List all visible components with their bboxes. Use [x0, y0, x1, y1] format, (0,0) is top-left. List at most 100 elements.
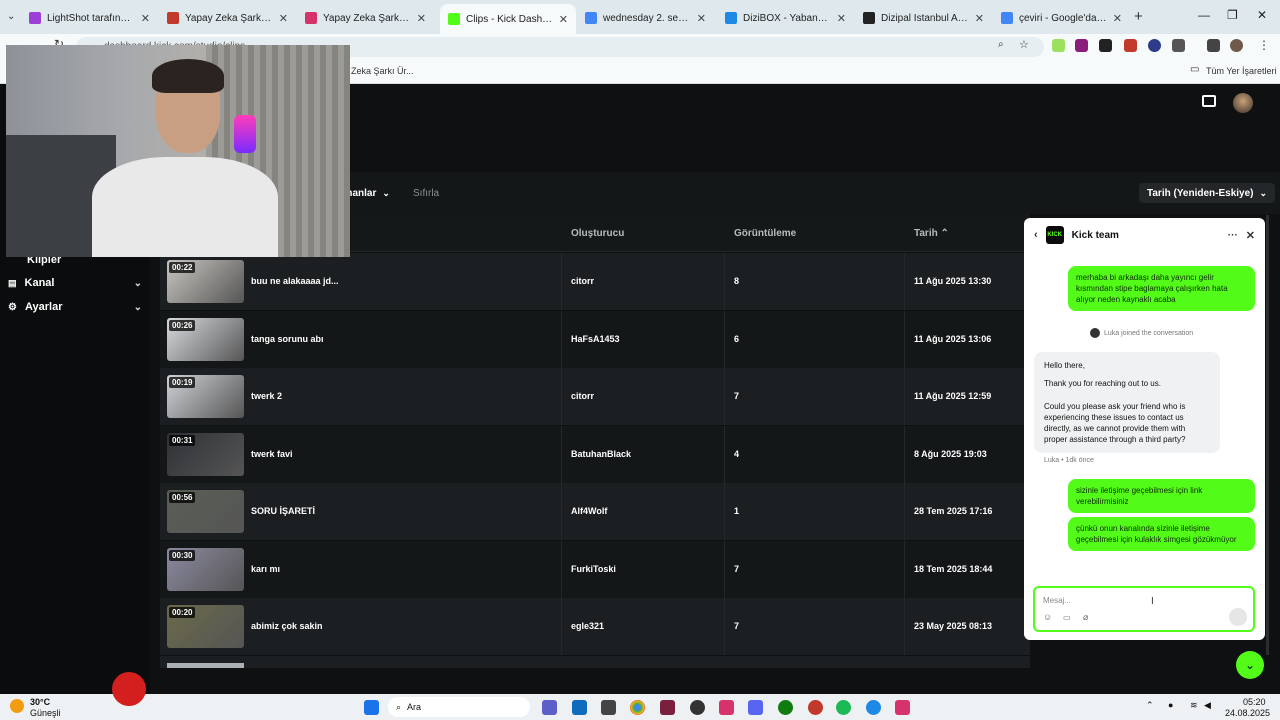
- extension-icon[interactable]: [1052, 39, 1065, 52]
- xbox-icon[interactable]: [778, 700, 793, 715]
- table-row[interactable]: 00:56 SORU İŞARETİ Alf4Wolf 1 28 Tem 2025 17…: [160, 483, 1030, 540]
- back-icon[interactable]: ‹: [1034, 229, 1038, 241]
- menu-list-icon[interactable]: [1207, 39, 1220, 52]
- browser-tab[interactable]: wednesday 2. sezon ne za ✕: [577, 6, 714, 30]
- table-row[interactable]: 00:20 abimiz çok sakin egle321 7 23 May 2025…: [160, 598, 1030, 655]
- close-icon[interactable]: ✕: [1246, 229, 1255, 242]
- table-row[interactable]: 00:19 twerk 2 citorr 7 11 Ağu 2025 12:59: [160, 368, 1030, 425]
- outlook-icon[interactable]: [572, 700, 587, 715]
- attachment-icon[interactable]: ⌀: [1083, 612, 1088, 623]
- close-tab-icon[interactable]: ✕: [837, 12, 846, 25]
- creator-column-header[interactable]: Oluşturucu: [571, 228, 624, 239]
- chevron-down-icon: ⌄: [133, 277, 142, 289]
- reset-button[interactable]: Sıfırla: [413, 188, 439, 199]
- clip-thumbnail[interactable]: 00:22: [167, 260, 244, 303]
- app-icon[interactable]: [895, 700, 910, 715]
- more-options-icon[interactable]: ···: [1228, 230, 1238, 241]
- app-icon[interactable]: [690, 700, 705, 715]
- browser-tab[interactable]: LightShot tarafından Ekra ✕: [21, 6, 158, 30]
- clip-thumbnail[interactable]: 00:30: [167, 547, 244, 591]
- message-input[interactable]: Mesaj...: [1043, 596, 1071, 605]
- user-avatar[interactable]: [1233, 93, 1253, 113]
- gif-icon[interactable]: ▭: [1063, 613, 1071, 622]
- browser-tab[interactable]: Dizipal İstanbul Ansiklop ✕: [855, 6, 992, 30]
- sidebar-item-ayarlar[interactable]: ⚙ Ayarlar ⌄: [8, 301, 142, 313]
- clock-date[interactable]: 24.08.2025: [1225, 708, 1270, 718]
- weather-icon[interactable]: [10, 699, 24, 713]
- table-row[interactable]: 00:30 karı mı FurkiToski 7 18 Tem 2025 18:44: [160, 540, 1030, 598]
- table-row[interactable]: 00:26 tanga sorunu abı HaFsA1453 6 11 Ağu 20…: [160, 310, 1030, 368]
- bookmark-item[interactable]: y Zeka Şarkı Ür...: [344, 66, 414, 76]
- column-divider: [724, 425, 725, 483]
- browser-tab[interactable]: Yapay Zeka Şarkı Üreticisi ✕: [297, 6, 434, 30]
- extension-icon[interactable]: [1075, 39, 1088, 52]
- teams-icon[interactable]: [542, 700, 557, 715]
- instagram-icon[interactable]: [719, 700, 734, 715]
- discord-icon[interactable]: [748, 700, 763, 715]
- bookmark-star-icon[interactable]: ☆: [1019, 38, 1029, 51]
- table-row[interactable]: 00:31 twerk favi BatuhanBlack 4 8 Ağu 2025 1…: [160, 425, 1030, 483]
- sidebar-item-kanal[interactable]: ▤ Kanal ⌄: [8, 277, 142, 289]
- clip-title[interactable]: twerk favi: [251, 449, 293, 459]
- date-column-header[interactable]: Tarih ⌃: [914, 228, 949, 239]
- profile-avatar[interactable]: [1230, 39, 1243, 52]
- clip-title[interactable]: abimiz çok sakin: [251, 621, 323, 631]
- clip-title[interactable]: tanga sorunu abı: [251, 334, 324, 344]
- wifi-icon[interactable]: ≋: [1190, 700, 1198, 711]
- tab-label: Yapay Zeka Şarkı Üreticisi: [323, 12, 411, 24]
- all-bookmarks-link[interactable]: Tüm Yer İşaretleri: [1206, 66, 1277, 76]
- sort-dropdown[interactable]: Tarih (Yeniden-Eskiye) ⌄: [1139, 183, 1276, 203]
- tray-chevron-icon[interactable]: ⌃: [1146, 700, 1154, 711]
- zoom-icon[interactable]: ⌕: [998, 39, 1004, 50]
- extension-icon[interactable]: [1148, 39, 1161, 52]
- table-row[interactable]: 00:22 buu ne alakaaaa jd... citorr 8 11 Ağu …: [160, 253, 1030, 310]
- views-column-header[interactable]: Görüntüleme: [734, 228, 796, 239]
- store-icon[interactable]: [601, 700, 616, 715]
- browser-tab[interactable]: DiziBOX - Yabancı Dizi izle ✕: [717, 6, 854, 30]
- minimize-icon[interactable]: —: [1198, 8, 1210, 22]
- close-window-icon[interactable]: ✕: [1257, 8, 1267, 22]
- clip-thumbnail[interactable]: 00:20: [167, 605, 244, 648]
- extensions-puzzle-icon[interactable]: [1172, 39, 1185, 52]
- clip-thumbnail[interactable]: 00:56: [167, 490, 244, 533]
- app-icon[interactable]: [660, 700, 675, 715]
- chrome-icon[interactable]: [630, 700, 645, 715]
- notifications-icon[interactable]: [1202, 95, 1216, 107]
- browser-tab[interactable]: Yapay Zeka Şarkı Üreticisi ✕: [159, 6, 296, 30]
- browser-tab[interactable]: Clips - Kick Dashboard ✕: [440, 4, 576, 34]
- maximize-icon[interactable]: ❐: [1227, 8, 1238, 22]
- mic-icon[interactable]: ●: [1168, 700, 1173, 710]
- send-button[interactable]: [1229, 608, 1247, 626]
- close-tab-icon[interactable]: ✕: [1113, 12, 1122, 25]
- close-tab-icon[interactable]: ✕: [975, 12, 984, 25]
- clip-thumbnail[interactable]: 00:26: [167, 317, 244, 361]
- clip-title[interactable]: buu ne alakaaaa jd...: [251, 276, 339, 286]
- new-tab-button[interactable]: +: [1134, 8, 1143, 25]
- agent-message-meta: Luka • 1dk önce: [1044, 457, 1094, 464]
- clip-title[interactable]: SORU İŞARETİ: [251, 506, 315, 516]
- app-icon[interactable]: [866, 700, 881, 715]
- start-icon[interactable]: [364, 700, 379, 715]
- clip-thumbnail[interactable]: 00:19: [167, 375, 244, 418]
- tab-search-icon[interactable]: ⌄: [7, 11, 15, 22]
- extension-icon[interactable]: [1124, 39, 1137, 52]
- clip-title[interactable]: twerk 2: [251, 391, 282, 401]
- volume-icon[interactable]: ◀: [1204, 700, 1211, 711]
- spotify-icon[interactable]: [836, 700, 851, 715]
- browser-tab[interactable]: çeviri - Google'da Ara ✕: [993, 6, 1130, 30]
- clock-time[interactable]: 05:20: [1243, 697, 1266, 707]
- app-icon[interactable]: [808, 700, 823, 715]
- scroll-track[interactable]: [1266, 215, 1269, 655]
- clip-thumbnail[interactable]: 00:31: [167, 432, 244, 476]
- close-tab-icon[interactable]: ✕: [279, 12, 288, 25]
- close-tab-icon[interactable]: ✕: [141, 12, 150, 25]
- extension-icon[interactable]: [1099, 39, 1112, 52]
- emoji-icon[interactable]: ☺: [1043, 612, 1052, 622]
- browser-menu-icon[interactable]: ⋮: [1258, 38, 1270, 52]
- close-tab-icon[interactable]: ✕: [417, 12, 426, 25]
- chat-toggle-button[interactable]: ⌄: [1236, 651, 1264, 679]
- clip-title[interactable]: karı mı: [251, 564, 280, 574]
- close-tab-icon[interactable]: ✕: [697, 12, 706, 25]
- search-box[interactable]: ⌕ Ara: [388, 697, 530, 717]
- close-tab-icon[interactable]: ✕: [559, 13, 568, 26]
